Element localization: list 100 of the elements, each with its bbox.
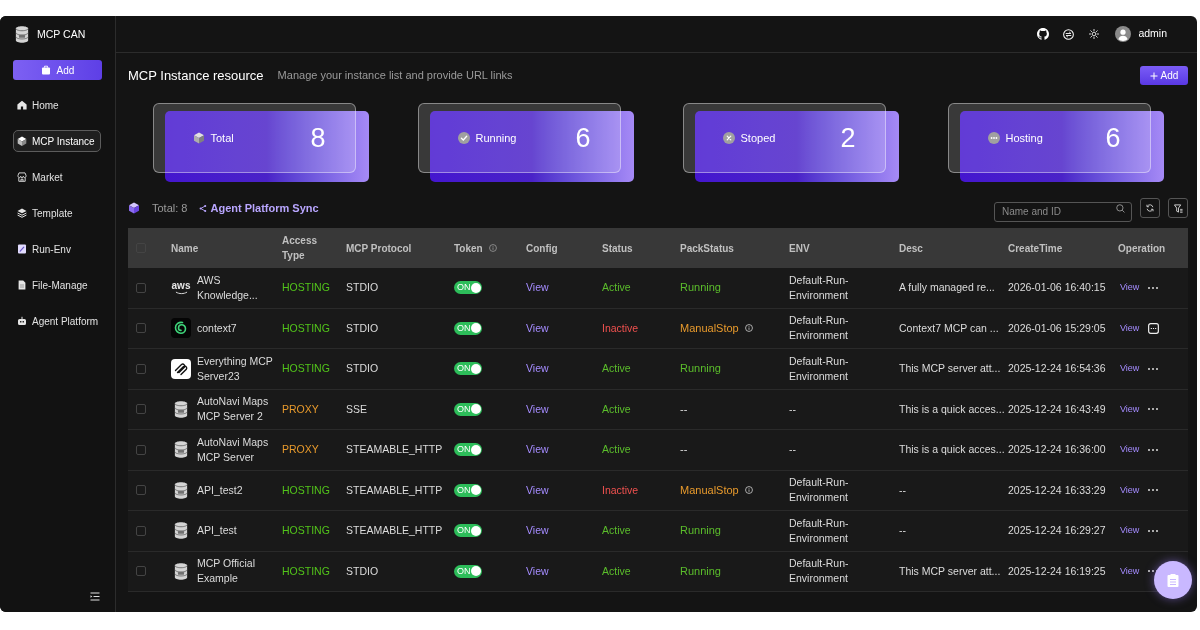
environment: Default-Run-Environment (789, 273, 849, 301)
pack-status: ManualStop (680, 482, 739, 498)
view-link[interactable]: View (1120, 482, 1140, 498)
column-header[interactable]: Config (526, 240, 558, 256)
nav-item[interactable]: MCP Instance (13, 130, 101, 152)
protocol: STDIO (346, 564, 379, 577)
view-link[interactable]: View (526, 402, 549, 415)
nav-item[interactable]: Agent Platform (13, 310, 101, 332)
column-header[interactable]: CreateTime (1008, 240, 1063, 256)
access-type: HOSTING (282, 524, 330, 537)
column-header[interactable]: Operation (1118, 240, 1166, 256)
nav-item[interactable]: Template (13, 202, 101, 224)
view-link[interactable]: View (526, 362, 549, 375)
ellipsis-icon[interactable] (1148, 367, 1159, 370)
barrel-icon (174, 399, 188, 419)
view-link[interactable]: View (1120, 361, 1140, 377)
checkbox[interactable] (136, 404, 146, 415)
table-row[interactable]: aws AWS Knowledge... HOSTING STDIO ON View Active Running Default-Run-Environment A fully managed re... 2026-01-06 16:40:15 View (128, 268, 1188, 309)
sun-icon[interactable] (1089, 29, 1100, 39)
column-header[interactable]: Desc (899, 240, 923, 256)
bag-icon (40, 65, 51, 75)
table-row[interactable]: API_test HOSTING STEAMABLE_HTTP ON View Active Running Default-Run-Environment -- 2025-12-24 16:29:27 View (128, 511, 1188, 552)
ellipsis-icon[interactable] (1148, 408, 1159, 411)
checkbox[interactable] (136, 323, 146, 334)
table-row[interactable]: AutoNavi Maps MCP Server 2 PROXY SSE ON View Active -- -- This is a quick acces... 2025-12-24 16:43:49 View (128, 389, 1188, 430)
view-link[interactable]: View (526, 524, 549, 537)
swap-icon[interactable] (1063, 28, 1075, 40)
user-name[interactable]: admin (1138, 26, 1167, 42)
app-name: MCP CAN (37, 26, 86, 42)
description: This MCP server att... (899, 362, 1001, 375)
pack-status: Running (680, 563, 721, 579)
document-pen-icon (17, 244, 27, 254)
column-header[interactable]: Access Type (282, 233, 332, 263)
pack-status: Running (680, 280, 721, 296)
view-link[interactable]: View (526, 443, 549, 456)
ellipsis-icon[interactable] (1148, 448, 1159, 451)
protocol: STEAMABLE_HTTP (346, 443, 443, 456)
checkbox[interactable] (136, 566, 146, 577)
view-link[interactable]: View (526, 483, 549, 496)
checkbox[interactable] (136, 363, 146, 374)
add-button[interactable]: Add (13, 60, 102, 80)
nav-item[interactable]: Run-Env (13, 238, 101, 260)
view-link[interactable]: View (1120, 523, 1140, 539)
protocol: STEAMABLE_HTTP (346, 483, 443, 496)
share-icon (199, 203, 208, 213)
column-header[interactable]: Status (602, 240, 633, 256)
cube-icon (192, 132, 205, 144)
ribbon-logo-icon (171, 358, 191, 379)
pack-status: -- (680, 401, 688, 417)
checkbox[interactable] (136, 282, 146, 293)
logo-icon (15, 25, 29, 44)
search-field[interactable]: Name and ID (994, 201, 1132, 222)
stat-label: Total (210, 130, 234, 146)
column-header[interactable]: MCP Protocol (346, 240, 412, 256)
environment: Default-Run-Environment (789, 476, 849, 504)
view-link[interactable]: View (1120, 280, 1140, 296)
nav-item[interactable]: Market (13, 166, 101, 188)
table-row[interactable]: AutoNavi Maps MCP Server PROXY STEAMABLE_HTTP ON View Active -- -- This is a quick acces... 2025-12-24 16:36:00 View (128, 430, 1188, 471)
description: A fully managed re... (899, 281, 995, 294)
view-link[interactable]: View (526, 281, 549, 294)
stat-value: 6 (1105, 124, 1121, 152)
instance-name: AWS Knowledge... (197, 272, 259, 303)
clipboard-button[interactable] (1154, 561, 1192, 599)
view-link[interactable]: View (526, 321, 549, 334)
status: Active (602, 362, 631, 375)
sync-link[interactable]: Agent Platform Sync (199, 199, 319, 217)
filter-button[interactable] (1168, 198, 1188, 218)
nav-item[interactable]: Home (13, 94, 101, 116)
checkbox[interactable] (136, 485, 146, 496)
view-link[interactable]: View (1120, 401, 1140, 417)
avatar-icon[interactable] (1115, 26, 1132, 42)
column-header[interactable]: Name (171, 240, 199, 256)
ellipsis-icon[interactable] (1148, 489, 1159, 492)
column-header[interactable]: PackStatus (680, 240, 734, 256)
description: -- (899, 483, 906, 496)
view-link[interactable]: View (1120, 442, 1140, 458)
refresh-button[interactable] (1140, 198, 1160, 218)
column-header[interactable]: ENV (789, 240, 810, 256)
view-link[interactable]: View (1120, 320, 1140, 336)
access-type: PROXY (282, 443, 319, 456)
add-button[interactable]: Add (1140, 66, 1188, 85)
table-row[interactable]: API_test2 HOSTING STEAMABLE_HTTP ON View Inactive ManualStop Default-Run-Environment -- 2025-12-24 16:33:29 View (128, 470, 1188, 511)
environment: -- (789, 402, 796, 415)
view-link[interactable]: View (526, 564, 549, 577)
protocol: STDIO (346, 321, 379, 334)
checkbox[interactable] (136, 444, 146, 455)
dots-square-icon[interactable] (1148, 322, 1160, 334)
ellipsis-icon[interactable] (1148, 529, 1159, 532)
ellipsis-icon[interactable] (1148, 286, 1159, 289)
menu-icon[interactable] (90, 592, 100, 601)
nav-item[interactable]: File-Manage (13, 274, 101, 296)
table-row[interactable]: context7 HOSTING STDIO ON View Inactive ManualStop Default-Run-Environment Context7 MCP can ... 2026-01-06 15:29:05 View (128, 308, 1188, 349)
page-subtitle: Manage your instance list and provide URL links (277, 68, 513, 84)
create-time: 2025-12-24 16:29:27 (1008, 524, 1106, 537)
column-header[interactable]: Token (454, 240, 483, 256)
view-link[interactable]: View (1120, 563, 1140, 579)
github-icon[interactable] (1037, 28, 1050, 40)
checkbox[interactable] (136, 525, 146, 536)
table-row[interactable]: MCP Official Example HOSTING STDIO ON View Active Running Default-Run-Environment This MCP server att... 2025-12-24 16:19:25 View (128, 551, 1188, 592)
stat-label: Stoped (740, 130, 776, 146)
